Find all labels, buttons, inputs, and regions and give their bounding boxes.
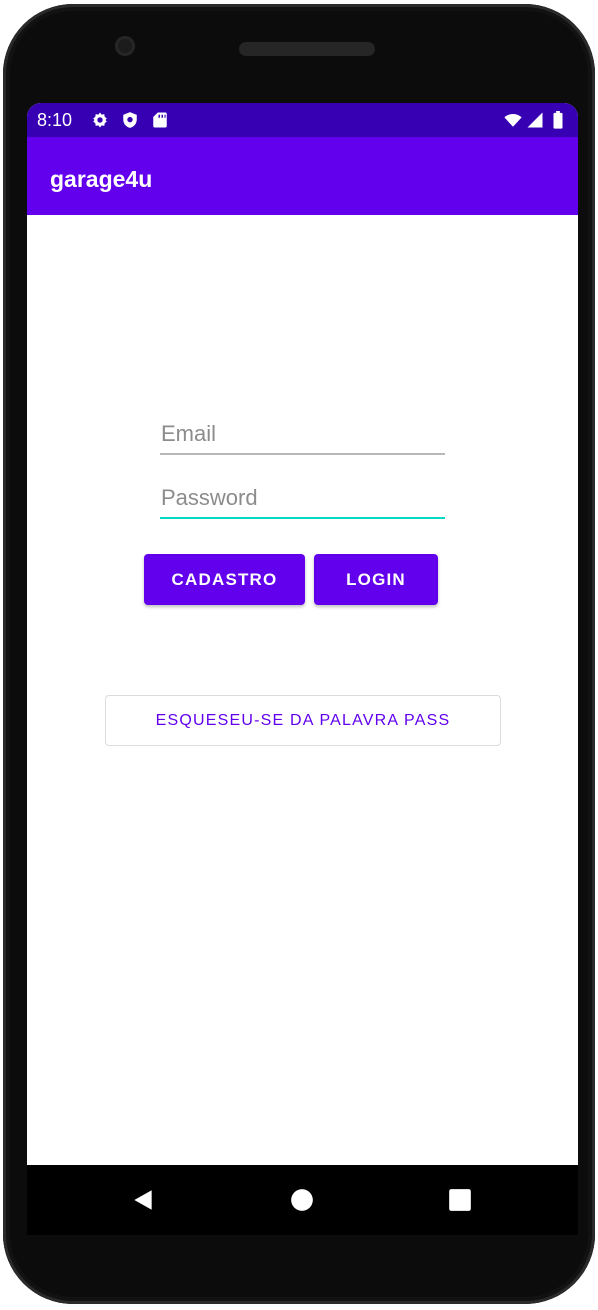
home-icon[interactable] <box>289 1187 315 1213</box>
recents-icon[interactable] <box>447 1187 473 1213</box>
battery-icon <box>553 111 563 129</box>
forgot-password-button[interactable]: ESQUESEU-SE DA PALAVRA PASS <box>105 695 501 746</box>
system-nav-bar <box>27 1165 578 1235</box>
shield-icon <box>123 112 137 128</box>
wifi-icon <box>504 114 522 127</box>
app-screen: 8:10 garage4u Email CADASTRO LOGIN ESQUE… <box>27 103 578 1165</box>
settings-icon <box>93 112 107 128</box>
login-button[interactable]: LOGIN <box>314 554 438 605</box>
email-field-wrapper <box>160 415 446 455</box>
back-icon[interactable] <box>130 1187 156 1213</box>
cadastro-button[interactable]: CADASTRO <box>144 554 305 605</box>
password-field-underline <box>160 517 445 519</box>
email-field-underline <box>160 453 445 455</box>
status-time: 8:10 <box>37 110 73 130</box>
app-title: garage4u <box>50 166 153 192</box>
cell-signal-icon <box>527 112 543 128</box>
app-bar: garage4u <box>27 137 578 215</box>
password-field-wrapper <box>160 479 446 519</box>
status-bar: 8:10 <box>27 103 578 137</box>
earpiece-speaker <box>239 42 375 56</box>
email-field[interactable] <box>160 415 446 453</box>
front-camera <box>115 36 135 56</box>
password-field[interactable] <box>160 479 446 517</box>
sd-card-icon <box>153 112 167 128</box>
